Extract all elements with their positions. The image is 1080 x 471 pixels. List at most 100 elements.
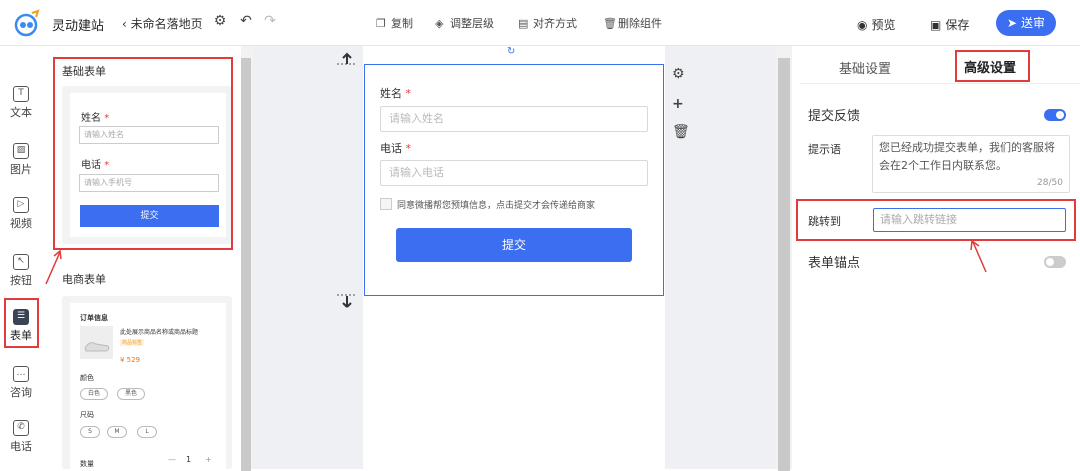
required-mark: * — [405, 87, 412, 100]
shoe-icon — [84, 342, 110, 352]
chat-icon: … — [13, 366, 29, 382]
copy-icon: ❐ — [376, 17, 386, 30]
align-icon: ▤ — [518, 17, 529, 30]
nav-item-video[interactable]: ▷ 视频 — [0, 197, 42, 231]
tab-basic-settings[interactable]: 基础设置 — [839, 58, 891, 77]
preview-button[interactable]: ◉ 预览 — [857, 16, 896, 33]
submit-review-button[interactable]: ➤ 送审 — [996, 10, 1056, 36]
rotate-handle-icon[interactable]: ↻ — [507, 46, 515, 57]
label-text: 姓名 — [380, 87, 402, 100]
page-name: 未命名落地页 — [130, 17, 203, 31]
nav-item-consult[interactable]: … 咨询 — [0, 366, 42, 400]
jump-link-input[interactable]: 请输入跳转链接 — [873, 208, 1066, 232]
nav-label: 文本 — [10, 106, 32, 119]
consent-checkbox[interactable] — [380, 198, 392, 210]
save-icon: ▣ — [930, 18, 942, 32]
nav-label: 按钮 — [10, 274, 32, 287]
tab-divider — [800, 83, 1080, 84]
phone-icon: ✆ — [13, 420, 29, 436]
nav-item-button[interactable]: ↖ 按钮 — [0, 254, 42, 288]
required-mark: * — [405, 142, 412, 155]
anchor-label: 表单锚点 — [808, 256, 861, 271]
product-tag: 商品标签 — [120, 339, 145, 346]
save-button[interactable]: ▣ 保存 — [930, 16, 969, 33]
delete-component-icon[interactable]: 🗑 — [672, 124, 690, 140]
preview-label: 预览 — [871, 18, 896, 32]
qty-plus: + — [205, 455, 212, 464]
text-icon: T — [13, 86, 29, 102]
send-label: 送审 — [1020, 16, 1045, 30]
color-option: 黑色 — [117, 388, 145, 400]
nav-label: 视频 — [10, 217, 32, 230]
product-price: ¥ 529 — [120, 356, 141, 364]
tip-char-count: 28/50 — [1037, 178, 1063, 188]
highlight-form-nav — [4, 298, 39, 348]
nav-label: 电话 — [10, 440, 32, 453]
delete-label: 删除组件 — [618, 17, 662, 30]
form-name-input[interactable]: 请输入姓名 — [380, 106, 648, 132]
form-phone-label: 电话 * — [380, 140, 411, 156]
settings-icon[interactable]: ⚙ — [212, 13, 228, 29]
tip-label: 提示语 — [808, 143, 841, 156]
nav-label: 图片 — [10, 163, 32, 176]
align-button[interactable]: ▤ 对齐方式 — [518, 15, 577, 31]
size-option: L — [137, 426, 157, 438]
highlight-advanced-tab — [955, 50, 1030, 82]
back-link[interactable]: ‹ 未命名落地页 — [122, 15, 203, 32]
eye-icon: ◉ — [857, 18, 868, 32]
form-phone-input[interactable]: 请输入电话 — [380, 160, 648, 186]
toggle-knob — [1056, 111, 1064, 119]
brand-name: 灵动建站 — [52, 19, 105, 34]
product-image — [80, 326, 113, 359]
order-info-label: 订单信息 — [80, 314, 108, 322]
panel-scrollbar-thumb[interactable] — [241, 58, 251, 471]
move-down-icon[interactable] — [337, 293, 357, 309]
anchor-toggle[interactable] — [1044, 256, 1066, 268]
layer-label: 调整层级 — [450, 17, 494, 30]
label-text: 电话 — [380, 142, 402, 155]
toggle-knob — [1046, 258, 1054, 266]
copy-button[interactable]: ❐ 复制 — [376, 15, 413, 31]
nav-item-text[interactable]: T 文本 — [0, 86, 42, 120]
canvas-scrollbar-thumb[interactable] — [778, 58, 790, 471]
cursor-icon: ↖ — [13, 254, 29, 270]
qty-minus: — — [168, 455, 176, 464]
size-label: 尺码 — [80, 411, 94, 419]
send-icon: ➤ — [1007, 16, 1018, 30]
size-option: M — [107, 426, 127, 438]
jump-label: 跳转到 — [808, 215, 841, 228]
feedback-toggle[interactable] — [1044, 109, 1066, 121]
qty-value: 1 — [186, 455, 192, 464]
undo-icon[interactable]: ↶ — [238, 13, 254, 29]
quantity-label: 数量 — [80, 460, 94, 468]
nav-item-image[interactable]: ▨ 图片 — [0, 143, 42, 177]
move-up-icon[interactable] — [337, 52, 357, 66]
ecommerce-form-title: 电商表单 — [62, 273, 106, 286]
top-toolbar: 灵动建站 ‹ 未命名落地页 ⚙ ↶ ↷ ❐ 复制 ◈ 调整层级 ▤ 对齐方式 🗑删除组… — [0, 0, 1080, 46]
component-settings-icon[interactable]: ⚙ — [672, 66, 685, 82]
feedback-label: 提交反馈 — [808, 109, 861, 124]
video-icon: ▷ — [13, 197, 29, 213]
highlight-basic-form — [53, 57, 233, 250]
save-label: 保存 — [945, 18, 970, 32]
arrow-icon — [970, 239, 987, 273]
nav-item-phone[interactable]: ✆ 电话 — [0, 420, 42, 454]
layer-icon: ◈ — [435, 17, 444, 30]
color-label: 颜色 — [80, 374, 94, 382]
layer-button[interactable]: ◈ 调整层级 — [435, 15, 494, 31]
product-title: 此处展示商品名称或商品标题 — [120, 329, 199, 336]
image-icon: ▨ — [13, 143, 29, 159]
align-label: 对齐方式 — [533, 17, 577, 30]
size-option: S — [80, 426, 100, 438]
form-name-label: 姓名 * — [380, 85, 411, 101]
color-option: 白色 — [80, 388, 108, 400]
redo-icon[interactable]: ↷ — [262, 13, 278, 29]
logo-icon — [14, 9, 40, 37]
form-submit-button[interactable]: 提交 — [396, 228, 632, 262]
copy-label: 复制 — [391, 17, 413, 30]
add-component-icon[interactable]: + — [672, 96, 684, 112]
consent-text: 同意微播帮您预填信息，点击提交才会传递给商家 — [397, 201, 596, 211]
delete-component-button[interactable]: 🗑删除组件 — [603, 15, 662, 31]
trash-icon: 🗑 — [603, 17, 617, 30]
arrow-icon — [45, 249, 62, 285]
